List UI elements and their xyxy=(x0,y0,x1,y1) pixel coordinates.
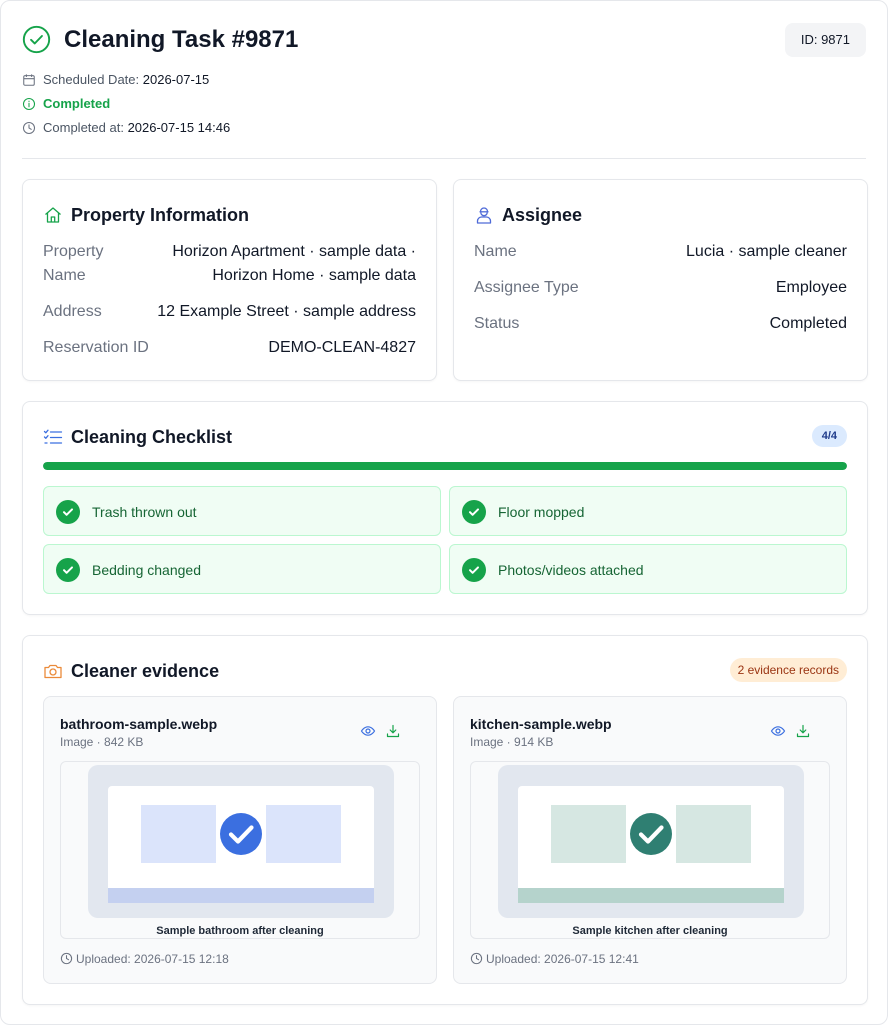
evidence-filename: bathroom-sample.webp xyxy=(60,716,218,732)
checklist-item-label: Floor mopped xyxy=(498,504,585,520)
scheduled-date-row: Scheduled Date: 2026-07-15 xyxy=(22,72,282,88)
clock-icon xyxy=(22,121,36,135)
completed-at-value: 2026-07-15 14:46 xyxy=(127,120,231,135)
completed-at-row: Completed at: 2026-07-15 14:46 xyxy=(22,120,322,136)
checked-icon xyxy=(462,558,486,582)
evidence-caption: Sample bathroom after cleaning xyxy=(156,925,324,937)
evidence-upload-text: Uploaded: 2026-07-15 12:18 xyxy=(76,952,229,966)
task-detail-page: Cleaning Task #9871 ID: 9871 Scheduled D… xyxy=(0,0,888,1025)
task-id-badge: ID: 9871 xyxy=(784,23,866,57)
evidence-file-meta: Image · 914 KB xyxy=(470,735,554,749)
assignee-type-label: Assignee Type xyxy=(474,279,579,296)
address-label: Address xyxy=(43,303,102,320)
reservation-id-value: DEMO-CLEAN-4827 xyxy=(268,339,416,356)
reservation-id-row: Reservation ID DEMO-CLEAN-4827 xyxy=(43,336,416,360)
header-divider xyxy=(22,158,866,159)
checklist-item[interactable]: Bedding changed xyxy=(43,544,441,594)
checklist-progress-badge: 4/4 xyxy=(811,425,847,447)
property-name-label: Property Name xyxy=(43,243,104,284)
assignee-status-value: Completed xyxy=(769,315,847,332)
property-card: Property Information Property Name Horizo… xyxy=(22,179,437,381)
bathroom-image xyxy=(88,765,394,918)
assignee-status-row: Status Completed xyxy=(474,312,847,336)
kitchen-image xyxy=(498,765,804,918)
checklist-card-title: Cleaning Checklist xyxy=(71,427,233,447)
task-header: Cleaning Task #9871 ID: 9871 xyxy=(22,23,866,57)
checklist-card: Cleaning Checklist 4/4 Trash thrown out … xyxy=(22,401,868,615)
check-circle-icon xyxy=(22,25,51,54)
evidence-caption: Sample kitchen after cleaning xyxy=(572,925,728,937)
assignee-name-label: Name xyxy=(474,243,517,260)
calendar-icon xyxy=(23,74,35,86)
person-icon xyxy=(476,207,492,224)
checklist-item-label: Photos/videos attached xyxy=(498,562,644,578)
checklist-item-label: Trash thrown out xyxy=(92,504,197,520)
assignee-card-title: Assignee xyxy=(502,205,583,225)
checklist-progress-bar xyxy=(43,462,847,470)
scheduled-date-value: 2026-07-15 xyxy=(142,72,210,87)
clock-icon xyxy=(470,952,483,965)
address-row: Address 12 Example Street · sample addre… xyxy=(43,300,416,324)
property-name-value: Horizon Apartment · sample data · Horizon… xyxy=(172,243,416,284)
evidence-thumbnail[interactable]: Sample kitchen after cleaning xyxy=(470,761,830,939)
evidence-card: Cleaner evidence 2 evidence records bath… xyxy=(22,635,868,1005)
evidence-item: bathroom-sample.webp Image · 842 KB Samp… xyxy=(43,696,437,984)
evidence-upload-text: Uploaded: 2026-07-15 12:41 xyxy=(486,952,639,966)
camera-icon xyxy=(44,664,62,679)
checklist-item-label: Bedding changed xyxy=(92,562,201,578)
checked-icon xyxy=(56,558,80,582)
scheduled-date-label: Scheduled Date: xyxy=(43,72,140,87)
download-icon[interactable] xyxy=(385,723,401,739)
assignee-card: Assignee Name Lucia · sample cleaner Ass… xyxy=(453,179,868,381)
completed-at-label: Completed at: xyxy=(43,120,124,135)
evidence-upload-time: Uploaded: 2026-07-15 12:18 xyxy=(60,952,360,966)
reservation-id-label: Reservation ID xyxy=(43,339,149,356)
evidence-count-badge: 2 evidence records xyxy=(729,658,847,682)
assignee-name-value: Lucia · sample cleaner xyxy=(686,243,847,260)
checked-icon xyxy=(56,500,80,524)
property-name-row: Property Name Horizon Apartment · sample … xyxy=(43,240,416,288)
evidence-file-meta: Image · 842 KB xyxy=(60,735,144,749)
evidence-upload-time: Uploaded: 2026-07-15 12:41 xyxy=(470,952,770,966)
info-icon xyxy=(22,97,36,111)
assignee-name-row: Name Lucia · sample cleaner xyxy=(474,240,847,264)
assignee-type-value: Employee xyxy=(775,279,847,296)
address-value: 12 Example Street · sample address xyxy=(157,303,416,320)
assignee-status-label: Status xyxy=(474,315,520,332)
checklist-item[interactable]: Photos/videos attached xyxy=(449,544,847,594)
evidence-card-title: Cleaner evidence xyxy=(71,661,220,681)
checklist-icon xyxy=(43,429,63,444)
evidence-item: kitchen-sample.webp Image · 914 KB Sampl… xyxy=(453,696,847,984)
view-eye-icon[interactable] xyxy=(360,723,376,739)
evidence-thumbnail[interactable]: Sample bathroom after cleaning xyxy=(60,761,420,939)
view-eye-icon[interactable] xyxy=(770,723,786,739)
evidence-filename: kitchen-sample.webp xyxy=(470,716,612,732)
download-icon[interactable] xyxy=(795,723,811,739)
checklist-progress-fill xyxy=(43,462,847,470)
checklist-item[interactable]: Floor mopped xyxy=(449,486,847,536)
assignee-type-row: Assignee Type Employee xyxy=(474,276,847,300)
home-icon xyxy=(45,207,61,223)
page-title: Cleaning Task #9871 xyxy=(64,26,299,53)
property-card-title: Property Information xyxy=(71,205,250,225)
checklist-item[interactable]: Trash thrown out xyxy=(43,486,441,536)
clock-icon xyxy=(60,952,73,965)
checked-icon xyxy=(462,500,486,524)
status-row: Completed xyxy=(22,96,222,112)
status-text: Completed xyxy=(43,96,111,111)
